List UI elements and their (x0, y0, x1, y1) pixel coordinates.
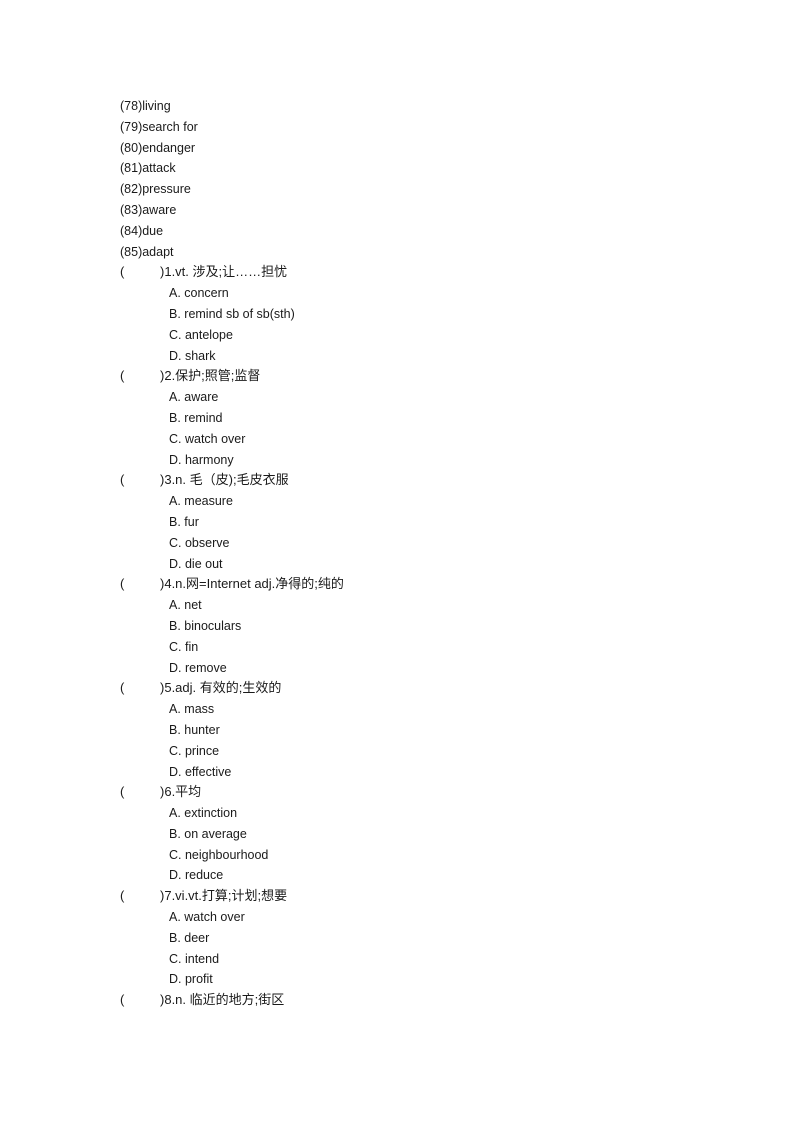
question-option: A. watch over (169, 910, 245, 925)
question-block: () 8.n. 临近的地方;街区 (120, 990, 344, 1011)
answer-item: (85)adapt (120, 244, 174, 259)
question-option: A. extinction (169, 806, 238, 821)
question-prompt: 5.adj. 有效的;生效的 (164, 680, 282, 696)
answer-item: (82)pressure (120, 182, 191, 197)
answer-blank-open[interactable]: ( (120, 782, 160, 803)
question-option: C. prince (169, 743, 220, 758)
question-option: C. antelope (169, 327, 233, 342)
answer-blank-open[interactable]: ( (120, 574, 160, 595)
question-option: D. remove (169, 660, 227, 675)
question-block: () 5.adj. 有效的;生效的 A. mass B. hunter C. princ… (120, 678, 344, 782)
question-prompt-row: () 3.n. 毛（皮);毛皮衣服 (120, 470, 344, 491)
question-option: B. binoculars (169, 618, 242, 633)
answer-blank-open[interactable]: ( (120, 470, 160, 491)
answer-item: (84)due (120, 223, 164, 238)
question-prompt: 2.保护;照管;监督 (164, 368, 261, 384)
question-block: () 1.vt. 涉及;让……担忧 A. concern B. remind sb o… (120, 262, 344, 366)
question-prompt-row: () 1.vt. 涉及;让……担忧 (120, 262, 344, 283)
question-list: () 1.vt. 涉及;让……担忧 A. concern B. remind sb o… (120, 262, 344, 1011)
question-option: C. intend (169, 951, 220, 966)
question-option: A. mass (169, 702, 215, 717)
question-option: B. hunter (169, 722, 220, 737)
question-prompt: 7.vi.vt.打算;计划;想要 (164, 888, 288, 904)
question-block: () 2.保护;照管;监督 A. aware B. remind C. watch ov… (120, 366, 344, 470)
answer-blank-open[interactable]: ( (120, 262, 160, 283)
answer-item: (80)endanger (120, 140, 196, 155)
question-option: D. harmony (169, 452, 234, 467)
question-prompt: 4.n.网=Internet adj.净得的;纯的 (164, 576, 344, 592)
question-prompt-row: () 8.n. 临近的地方;街区 (120, 990, 344, 1011)
question-option: C. fin (169, 639, 199, 654)
question-option: D. reduce (169, 868, 224, 883)
question-option: D. shark (169, 348, 216, 363)
answer-blank-open[interactable]: ( (120, 990, 160, 1011)
question-option: B. deer (169, 930, 210, 945)
question-option: B. remind (169, 410, 223, 425)
question-option: C. neighbourhood (169, 847, 269, 862)
question-prompt-row: () 6.平均 (120, 782, 344, 803)
answer-blank-open[interactable]: ( (120, 678, 160, 699)
question-prompt: 8.n. 临近的地方;街区 (164, 992, 285, 1008)
question-block: () 4.n.网=Internet adj.净得的;纯的 A. net B. bino… (120, 574, 344, 678)
answer-item: (83)aware (120, 202, 177, 217)
answer-item: (78)living (120, 99, 171, 113)
answer-item: (81)attack (120, 161, 176, 176)
question-prompt: 1.vt. 涉及;让……担忧 (164, 264, 288, 280)
question-prompt-row: () 2.保护;照管;监督 (120, 366, 344, 387)
answer-blank-open[interactable]: ( (120, 366, 160, 387)
answer-blank-open[interactable]: ( (120, 886, 160, 907)
question-option: A. aware (169, 390, 219, 405)
answer-item: (79)search for (120, 119, 198, 134)
question-option: A. concern (169, 286, 229, 301)
question-prompt-row: () 4.n.网=Internet adj.净得的;纯的 (120, 574, 344, 595)
document-page: (78)living (79)search for (80)endanger (… (120, 96, 344, 1011)
question-option: B. on average (169, 826, 247, 841)
question-prompt-row: () 5.adj. 有效的;生效的 (120, 678, 344, 699)
question-option: D. profit (169, 972, 213, 987)
question-block: () 6.平均 A. extinction B. on average C. neigh… (120, 782, 344, 886)
question-block: () 3.n. 毛（皮);毛皮衣服 A. measure B. fur C. obser… (120, 470, 344, 574)
question-option: D. die out (169, 556, 223, 571)
question-prompt: 6.平均 (164, 784, 202, 800)
answer-list: (78)living (79)search for (80)endanger (… (120, 96, 344, 262)
question-option: A. measure (169, 494, 233, 509)
question-prompt: 3.n. 毛（皮);毛皮衣服 (164, 472, 289, 488)
question-option: C. observe (169, 535, 230, 550)
question-prompt-row: () 7.vi.vt.打算;计划;想要 (120, 886, 344, 907)
question-option: D. effective (169, 764, 232, 779)
question-block: () 7.vi.vt.打算;计划;想要 A. watch over B. deer C.… (120, 886, 344, 990)
question-option: B. fur (169, 514, 199, 529)
question-option: A. net (169, 598, 202, 613)
question-option: C. watch over (169, 431, 246, 446)
question-option: B. remind sb of sb(sth) (169, 306, 295, 321)
